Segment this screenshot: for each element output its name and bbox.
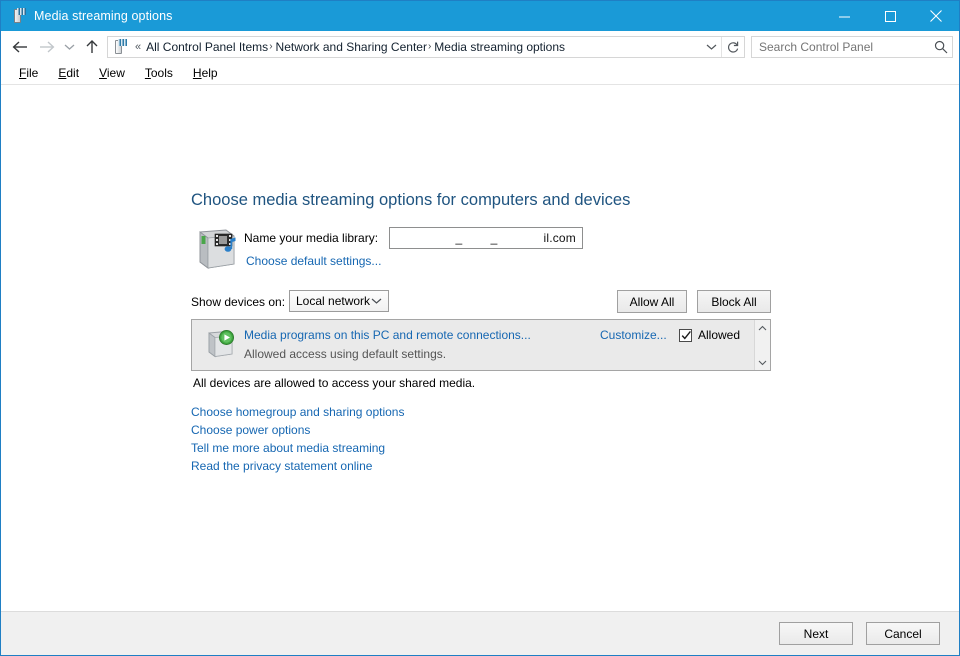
link-homegroup-sharing-options[interactable]: Choose homegroup and sharing options: [191, 403, 404, 421]
back-button[interactable]: [7, 35, 33, 59]
titlebar: Media streaming options: [1, 1, 959, 31]
menubar: File Edit View Tools Help: [1, 62, 959, 85]
menu-view[interactable]: View: [89, 63, 135, 83]
menu-tools[interactable]: Tools: [135, 63, 183, 83]
scroll-up-icon[interactable]: [755, 320, 771, 336]
media-streaming-icon: [10, 8, 26, 24]
minimize-button[interactable]: [821, 1, 867, 31]
search-icon[interactable]: [930, 40, 952, 54]
cancel-button[interactable]: Cancel: [866, 622, 940, 645]
status-text: All devices are allowed to access your s…: [193, 376, 475, 390]
media-programs-icon: [206, 329, 240, 359]
page-title: Choose media streaming options for compu…: [191, 191, 630, 210]
close-button[interactable]: [913, 1, 959, 31]
allowed-checkbox[interactable]: [679, 329, 692, 342]
breadcrumb-item-network-sharing[interactable]: Network and Sharing Center: [276, 40, 427, 54]
address-bar: « All Control Panel Items › Network and …: [1, 31, 959, 62]
breadcrumb-separator: ›: [268, 41, 275, 52]
allow-all-button[interactable]: Allow All: [617, 290, 687, 313]
device-subtitle: Allowed access using default settings.: [244, 347, 446, 361]
media-streaming-options-window: Media streaming options: [0, 0, 960, 656]
menu-tools-rest: ools: [151, 66, 173, 80]
up-button[interactable]: [79, 35, 105, 59]
window-title: Media streaming options: [34, 9, 172, 23]
show-devices-select[interactable]: Local network: [289, 290, 389, 312]
allowed-label: Allowed: [698, 328, 740, 342]
footer-bar: Next Cancel: [1, 611, 959, 655]
link-tell-me-more[interactable]: Tell me more about media streaming: [191, 439, 404, 457]
menu-view-rest: iew: [107, 66, 125, 80]
device-list-row[interactable]: Media programs on this PC and remote con…: [192, 320, 754, 370]
forward-button[interactable]: [33, 35, 59, 59]
breadcrumb-separator: ›: [427, 41, 434, 52]
menu-help[interactable]: Help: [183, 63, 228, 83]
search-input[interactable]: [752, 37, 930, 57]
link-privacy-statement[interactable]: Read the privacy statement online: [191, 457, 404, 475]
breadcrumb-item-media-streaming[interactable]: Media streaming options: [434, 40, 565, 54]
next-button[interactable]: Next: [779, 622, 853, 645]
window-controls: [821, 1, 959, 31]
choose-default-settings-link[interactable]: Choose default settings...: [246, 254, 381, 268]
show-devices-selected-value: Local network: [296, 294, 370, 308]
menu-edit[interactable]: Edit: [48, 63, 89, 83]
allowed-checkbox-group[interactable]: Allowed: [679, 328, 740, 342]
refresh-icon[interactable]: [721, 37, 744, 57]
breadcrumb-bar[interactable]: « All Control Panel Items › Network and …: [107, 36, 745, 58]
search-box[interactable]: [751, 36, 953, 58]
block-all-button[interactable]: Block All: [697, 290, 771, 313]
media-library-icon: [196, 226, 240, 272]
show-devices-label: Show devices on:: [191, 295, 285, 309]
breadcrumb-item-control-panel[interactable]: All Control Panel Items: [146, 40, 268, 54]
maximize-button[interactable]: [867, 1, 913, 31]
customize-link[interactable]: Customize...: [600, 328, 667, 342]
menu-view-accel: V: [99, 66, 107, 80]
breadcrumb-icon: [111, 39, 127, 55]
related-links: Choose homegroup and sharing options Cho…: [191, 403, 404, 475]
breadcrumb-chevron-down-icon[interactable]: [701, 37, 721, 57]
device-list: Media programs on this PC and remote con…: [191, 319, 771, 371]
menu-file[interactable]: File: [9, 63, 48, 83]
content-area: Choose media streaming options for compu…: [1, 85, 959, 611]
device-list-scrollbar[interactable]: [754, 320, 770, 370]
menu-file-rest: ile: [26, 66, 38, 80]
chevron-down-icon: [371, 294, 382, 308]
menu-edit-rest: dit: [66, 66, 79, 80]
device-title-link[interactable]: Media programs on this PC and remote con…: [244, 328, 531, 342]
media-library-name-input[interactable]: [389, 227, 583, 249]
breadcrumb: « All Control Panel Items › Network and …: [130, 40, 701, 54]
menu-help-accel: H: [193, 66, 202, 80]
recent-locations-chevron-down-icon[interactable]: [59, 35, 79, 59]
scroll-down-icon[interactable]: [755, 354, 771, 370]
link-power-options[interactable]: Choose power options: [191, 421, 404, 439]
menu-help-rest: elp: [202, 66, 218, 80]
media-library-label: Name your media library:: [244, 231, 378, 245]
breadcrumb-prefix: «: [130, 41, 146, 53]
